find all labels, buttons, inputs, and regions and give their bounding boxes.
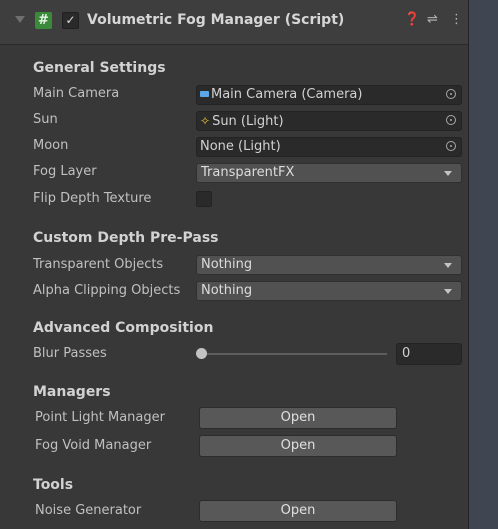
transparent-objects-dropdown[interactable]: Nothing <box>196 255 462 275</box>
inspector-panel: # ✓ Volumetric Fog Manager (Script) ❓ ⇌ … <box>0 0 468 529</box>
chevron-down-icon <box>444 289 452 294</box>
blur-passes-label: Blur Passes <box>33 346 107 361</box>
object-picker-icon[interactable] <box>446 89 456 99</box>
transparent-objects-value: Nothing <box>201 257 253 272</box>
flip-depth-checkbox[interactable] <box>196 191 212 207</box>
flip-depth-label: Flip Depth Texture <box>33 191 152 206</box>
component-enabled-checkbox[interactable]: ✓ <box>62 12 79 29</box>
moon-label: Moon <box>33 138 69 153</box>
blur-passes-input[interactable]: 0 <box>396 343 462 365</box>
blur-passes-slider-thumb[interactable] <box>196 348 207 359</box>
fog-layer-dropdown[interactable]: TransparentFX <box>196 163 462 183</box>
alpha-clipping-dropdown[interactable]: Nothing <box>196 281 462 301</box>
object-picker-icon[interactable] <box>446 115 456 125</box>
transparent-objects-label: Transparent Objects <box>33 257 164 272</box>
moon-value: None (Light) <box>200 139 281 154</box>
fog-void-manager-label: Fog Void Manager <box>35 438 152 453</box>
scrollbar-gutter[interactable] <box>468 0 498 529</box>
sun-label: Sun <box>33 112 58 127</box>
context-menu-icon[interactable]: ⋮ <box>450 12 463 27</box>
prepass-heading: Custom Depth Pre-Pass <box>33 230 219 246</box>
moon-field[interactable]: None (Light) <box>196 137 462 157</box>
preset-icon[interactable]: ⇌ <box>427 12 438 27</box>
composition-heading: Advanced Composition <box>33 320 214 336</box>
help-icon[interactable]: ❓ <box>404 12 420 27</box>
foldout-arrow-icon[interactable] <box>15 16 25 23</box>
alpha-clipping-label: Alpha Clipping Objects <box>33 283 181 298</box>
managers-heading: Managers <box>33 384 111 400</box>
light-icon: ✧ <box>200 114 211 128</box>
camera-icon <box>200 91 209 97</box>
blur-passes-slider-track[interactable] <box>201 353 387 355</box>
noise-generator-label: Noise Generator <box>35 503 142 518</box>
noise-generator-open-button[interactable]: Open <box>199 500 397 522</box>
tools-heading: Tools <box>33 477 74 493</box>
chevron-down-icon <box>444 171 452 176</box>
point-light-open-button[interactable]: Open <box>199 407 397 429</box>
main-camera-label: Main Camera <box>33 86 120 101</box>
object-picker-icon[interactable] <box>446 141 456 151</box>
fog-void-open-button[interactable]: Open <box>199 435 397 457</box>
sun-value: Sun (Light) <box>212 114 284 129</box>
chevron-down-icon <box>444 263 452 268</box>
alpha-clipping-value: Nothing <box>201 283 253 298</box>
component-header[interactable]: # ✓ Volumetric Fog Manager (Script) ❓ ⇌ … <box>0 0 468 45</box>
component-title: Volumetric Fog Manager (Script) <box>87 12 345 28</box>
fog-layer-label: Fog Layer <box>33 164 97 179</box>
fog-layer-value: TransparentFX <box>201 165 295 180</box>
sun-field[interactable]: ✧ Sun (Light) <box>196 111 462 131</box>
point-light-manager-label: Point Light Manager <box>35 410 165 425</box>
general-settings-heading: General Settings <box>33 60 166 76</box>
main-camera-value: Main Camera (Camera) <box>211 87 363 102</box>
script-icon: # <box>35 12 52 29</box>
main-camera-field[interactable]: Main Camera (Camera) <box>196 85 462 105</box>
